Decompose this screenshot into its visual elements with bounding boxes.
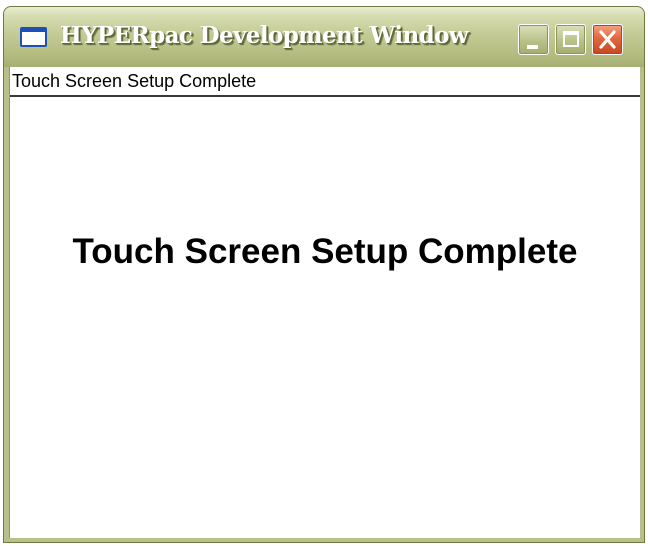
- minimize-button[interactable]: [518, 24, 549, 55]
- maximize-button[interactable]: [555, 24, 586, 55]
- window-title: HYPERpac Development Window: [60, 22, 469, 49]
- client-area: Touch Screen Setup Complete Touch Screen…: [9, 67, 640, 538]
- app-window: HYPERpac Development Window Touch Screen…: [3, 6, 645, 543]
- main-message: Touch Screen Setup Complete: [72, 232, 578, 271]
- close-button[interactable]: [592, 24, 623, 55]
- minimize-icon: [527, 45, 538, 49]
- application-window-icon[interactable]: [20, 27, 47, 47]
- status-bar: Touch Screen Setup Complete: [10, 67, 640, 97]
- maximize-icon: [563, 31, 579, 47]
- close-icon: [599, 30, 616, 49]
- status-text: Touch Screen Setup Complete: [12, 71, 257, 91]
- title-bar[interactable]: HYPERpac Development Window: [4, 7, 644, 67]
